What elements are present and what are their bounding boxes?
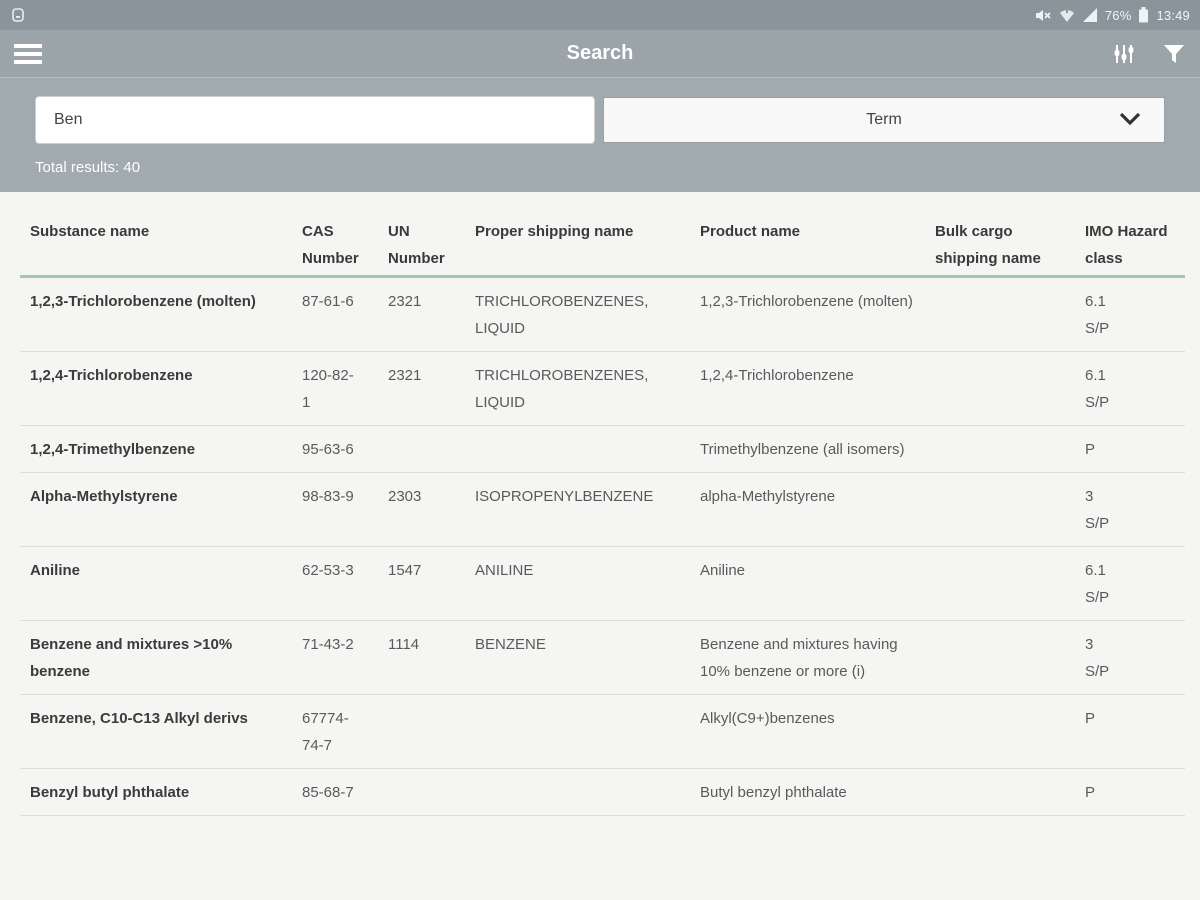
cell-un-number: 2321 (388, 362, 475, 416)
cell-substance-name: Benzene and mixtures >10% benzene (20, 631, 302, 685)
results-table: Substance name CAS Number UN Number Prop… (0, 192, 1200, 816)
cell-bulk-cargo-shipping-name (935, 557, 1085, 611)
page-title: Search (0, 42, 1200, 65)
cell-cas-number: 71-43-2 (302, 631, 388, 685)
cell-product-name: Trimethylbenzene (all isomers) (700, 436, 935, 463)
battery-percent: 76% (1105, 8, 1132, 23)
column-header-substance-name: Substance name (20, 218, 302, 272)
sound-mute-icon (1034, 8, 1052, 23)
term-dropdown-value: Term (866, 111, 902, 129)
cell-product-name: Butyl benzyl phthalate (700, 779, 935, 806)
cell-substance-name: 1,2,3-Trichlorobenzene (molten) (20, 288, 302, 342)
cell-bulk-cargo-shipping-name (935, 705, 1085, 759)
signal-icon (1082, 8, 1098, 22)
cell-product-name: 1,2,4-Trichlorobenzene (700, 362, 935, 416)
cell-un-number: 1114 (388, 631, 475, 685)
column-header-imo-hazard-class: IMO Hazard class (1085, 218, 1185, 272)
cell-imo-hazard-class: P (1085, 705, 1185, 759)
cell-substance-name: Aniline (20, 557, 302, 611)
cell-imo-hazard-class: 3 S/P (1085, 483, 1185, 537)
table-row[interactable]: 1,2,4-Trimethylbenzene 95-63-6 Trimethyl… (20, 426, 1185, 473)
table-body: 1,2,3-Trichlorobenzene (molten) 87-61-6 … (20, 278, 1185, 816)
cell-proper-shipping-name: BENZENE (475, 631, 700, 685)
chevron-down-icon (1118, 111, 1142, 132)
table-header-row: Substance name CAS Number UN Number Prop… (20, 192, 1185, 275)
battery-icon (1138, 7, 1149, 23)
table-row[interactable]: 1,2,3-Trichlorobenzene (molten) 87-61-6 … (20, 278, 1185, 352)
cell-imo-hazard-class: 6.1 S/P (1085, 288, 1185, 342)
cell-proper-shipping-name (475, 779, 700, 806)
cell-un-number (388, 705, 475, 759)
column-header-proper-shipping-name: Proper shipping name (475, 218, 700, 272)
cell-bulk-cargo-shipping-name (935, 631, 1085, 685)
column-header-product-name: Product name (700, 218, 935, 272)
cell-un-number (388, 436, 475, 463)
cell-cas-number: 87-61-6 (302, 288, 388, 342)
cell-substance-name: Alpha-Methylstyrene (20, 483, 302, 537)
clock: 13:49 (1156, 8, 1190, 23)
cell-substance-name: Benzyl butyl phthalate (20, 779, 302, 806)
cell-proper-shipping-name: ANILINE (475, 557, 700, 611)
menu-icon[interactable] (14, 40, 42, 68)
table-row[interactable]: 1,2,4-Trichlorobenzene 120-82- 1 2321 TR… (20, 352, 1185, 426)
cell-product-name: Alkyl(C9+)benzenes (700, 705, 935, 759)
filter-icon[interactable] (1162, 43, 1186, 65)
cell-imo-hazard-class: 6.1 S/P (1085, 557, 1185, 611)
cell-cas-number: 85-68-7 (302, 779, 388, 806)
wifi-icon (1059, 8, 1075, 23)
cell-bulk-cargo-shipping-name (935, 436, 1085, 463)
column-header-un-number: UN Number (388, 218, 475, 272)
search-input[interactable] (35, 96, 595, 144)
cell-imo-hazard-class: 6.1 S/P (1085, 362, 1185, 416)
cell-substance-name: 1,2,4-Trimethylbenzene (20, 436, 302, 463)
screenshot-icon (10, 7, 26, 23)
cell-imo-hazard-class: P (1085, 779, 1185, 806)
cell-cas-number: 95-63-6 (302, 436, 388, 463)
cell-imo-hazard-class: P (1085, 436, 1185, 463)
app-bar: Search (0, 30, 1200, 78)
cell-product-name: Aniline (700, 557, 935, 611)
cell-substance-name: 1,2,4-Trichlorobenzene (20, 362, 302, 416)
cell-cas-number: 62-53-3 (302, 557, 388, 611)
cell-product-name: 1,2,3-Trichlorobenzene (molten) (700, 288, 935, 342)
cell-cas-number: 67774- 74-7 (302, 705, 388, 759)
cell-bulk-cargo-shipping-name (935, 779, 1085, 806)
cell-substance-name: Benzene, C10-C13 Alkyl derivs (20, 705, 302, 759)
term-dropdown[interactable]: Term (603, 97, 1165, 143)
cell-proper-shipping-name: ISOPROPENYLBENZENE (475, 483, 700, 537)
cell-cas-number: 98-83-9 (302, 483, 388, 537)
cell-cas-number: 120-82- 1 (302, 362, 388, 416)
cell-proper-shipping-name: TRICHLOROBENZENES, LIQUID (475, 288, 700, 342)
column-header-bulk-cargo-shipping-name: Bulk cargo shipping name (935, 218, 1085, 272)
cell-proper-shipping-name (475, 705, 700, 759)
cell-bulk-cargo-shipping-name (935, 483, 1085, 537)
cell-un-number: 1547 (388, 557, 475, 611)
table-row[interactable]: Benzyl butyl phthalate 85-68-7 Butyl ben… (20, 769, 1185, 816)
cell-un-number (388, 779, 475, 806)
cell-proper-shipping-name: TRICHLOROBENZENES, LIQUID (475, 362, 700, 416)
table-row[interactable]: Alpha-Methylstyrene 98-83-9 2303 ISOPROP… (20, 473, 1185, 547)
cell-un-number: 2321 (388, 288, 475, 342)
search-section: Term Total results: 40 (0, 78, 1200, 192)
cell-product-name: alpha-Methylstyrene (700, 483, 935, 537)
cell-imo-hazard-class: 3 S/P (1085, 631, 1185, 685)
cell-bulk-cargo-shipping-name (935, 362, 1085, 416)
cell-un-number: 2303 (388, 483, 475, 537)
table-row[interactable]: Benzene and mixtures >10% benzene 71-43-… (20, 621, 1185, 695)
column-header-cas-number: CAS Number (302, 218, 388, 272)
status-bar: 76% 13:49 (0, 0, 1200, 30)
cell-product-name: Benzene and mixtures having 10% benzene … (700, 631, 935, 685)
cell-bulk-cargo-shipping-name (935, 288, 1085, 342)
cell-proper-shipping-name (475, 436, 700, 463)
total-results: Total results: 40 (35, 159, 1165, 176)
tune-icon[interactable] (1112, 42, 1136, 66)
table-row[interactable]: Benzene, C10-C13 Alkyl derivs 67774- 74-… (20, 695, 1185, 769)
table-row[interactable]: Aniline 62-53-3 1547 ANILINE Aniline 6.1… (20, 547, 1185, 621)
